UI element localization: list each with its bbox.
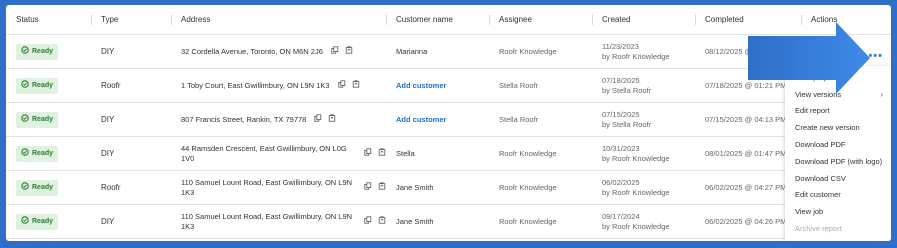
- status-badge: Ready: [16, 213, 59, 230]
- map-pin-icon[interactable]: [345, 46, 353, 57]
- map-pin-icon[interactable]: [378, 182, 386, 193]
- copy-icon[interactable]: [364, 216, 372, 227]
- header-assignee[interactable]: Assignee: [489, 5, 592, 35]
- add-customer-link[interactable]: Add customer: [396, 115, 446, 124]
- status-badge: Ready: [16, 145, 59, 162]
- table-row[interactable]: Ready DIY 110 Samuel Lount Road, East Gwil…: [6, 204, 891, 239]
- address-text: 1 Toby Court, East Gwillimbury, ON L9N 1…: [181, 80, 330, 90]
- menu-item-edit-customer[interactable]: Edit customer: [785, 187, 891, 204]
- check-circle-icon: [21, 147, 29, 160]
- header-address[interactable]: Address: [171, 5, 386, 35]
- check-circle-icon: [21, 45, 29, 58]
- status-badge: Ready: [16, 179, 59, 196]
- created-date: 09/17/2024: [602, 211, 640, 221]
- customer-name: Jane Smith: [396, 182, 434, 192]
- table-row[interactable]: Ready DIY 44 Ramsden Crescent, East Gwilli…: [6, 136, 891, 171]
- created-date: 07/18/2025: [602, 75, 640, 85]
- menu-item-view-job[interactable]: View job: [785, 203, 891, 220]
- address-text: 110 Samuel Lount Road, East Gwillimbury,…: [181, 211, 353, 231]
- created-by: by Roofr Knowledge: [602, 153, 670, 163]
- header-created[interactable]: Created: [592, 5, 695, 35]
- menu-item-download-pdf[interactable]: Download PDF: [785, 136, 891, 153]
- assignee: Roofr Knowledge: [489, 170, 592, 205]
- check-circle-icon: [21, 79, 29, 92]
- assignee: Roofr Knowledge: [489, 136, 592, 171]
- table-row[interactable]: Ready Roofr 110 Samuel Lount Road, East Gw…: [6, 170, 891, 205]
- check-circle-icon: [21, 215, 29, 228]
- copy-icon[interactable]: [364, 148, 372, 159]
- menu-item-download-csv[interactable]: Download CSV: [785, 170, 891, 187]
- report-type: DIY: [91, 102, 171, 137]
- map-pin-icon[interactable]: [328, 114, 336, 125]
- menu-item-create-new-version[interactable]: Create new version: [785, 119, 891, 136]
- map-pin-icon[interactable]: [378, 148, 386, 159]
- map-pin-icon[interactable]: [378, 216, 386, 227]
- assignee: Stella Roofr: [489, 102, 592, 137]
- created-by: by Stella Roofr: [602, 85, 652, 95]
- copy-icon[interactable]: [337, 80, 346, 91]
- created-by: by Roofr Knowledge: [602, 221, 670, 231]
- address-text: 807 Francis Street, Rankin, TX 79778: [181, 114, 307, 124]
- created-date: 10/31/2023: [602, 143, 640, 153]
- created-date: 07/15/2025: [602, 109, 640, 119]
- header-type[interactable]: Type: [91, 5, 171, 35]
- menu-item-edit-report[interactable]: Edit report: [785, 103, 891, 120]
- check-circle-icon: [21, 113, 29, 126]
- created-by: by Roofr Knowledge: [602, 51, 670, 61]
- pointer-arrow-icon: [748, 22, 870, 94]
- assignee: Stella Roofr: [489, 68, 592, 103]
- report-type: Roofr: [91, 68, 171, 103]
- created-by: by Stella Roofr: [602, 119, 652, 129]
- created-by: by Roofr Knowledge: [602, 187, 670, 197]
- status-badge: Ready: [16, 111, 59, 128]
- customer-name: Marianna: [396, 46, 428, 56]
- add-customer-link[interactable]: Add customer: [396, 81, 446, 90]
- report-type: DIY: [91, 204, 171, 239]
- report-type: Roofr: [91, 170, 171, 205]
- header-status[interactable]: Status: [6, 5, 91, 35]
- address-text: 44 Ramsden Crescent, East Gwillimbury, O…: [181, 143, 347, 163]
- copy-icon[interactable]: [364, 182, 372, 193]
- header-customer-name[interactable]: Customer name: [386, 5, 489, 35]
- check-circle-icon: [21, 181, 29, 194]
- created-date: 11/23/2023: [602, 41, 639, 51]
- map-pin-icon[interactable]: [352, 80, 360, 91]
- menu-item-archive-report: Archive report: [795, 224, 842, 234]
- created-date: 06/02/2025: [602, 177, 640, 187]
- report-type: DIY: [91, 34, 171, 69]
- copy-icon[interactable]: [331, 46, 339, 57]
- assignee: Roofr Knowledge: [489, 204, 592, 239]
- report-type: DIY: [91, 136, 171, 171]
- customer-name: Jane Smith: [396, 216, 434, 226]
- menu-item-download-pdf-with-logo[interactable]: Download PDF (with logo): [785, 153, 891, 170]
- status-badge: Ready: [16, 77, 59, 94]
- address-text: 32 Cordella Avenue, Toronto, ON M6N 2J6: [181, 46, 323, 56]
- copy-icon[interactable]: [314, 114, 322, 125]
- customer-name: Stella: [396, 148, 415, 158]
- assignee: Roofr Knowledge: [489, 34, 592, 69]
- table-row[interactable]: Ready DIY 807 Francis Street, Rankin, TX 7…: [6, 102, 891, 137]
- status-badge: Ready: [16, 43, 59, 60]
- address-text: 110 Samuel Lount Road, East Gwillimbury,…: [181, 177, 353, 197]
